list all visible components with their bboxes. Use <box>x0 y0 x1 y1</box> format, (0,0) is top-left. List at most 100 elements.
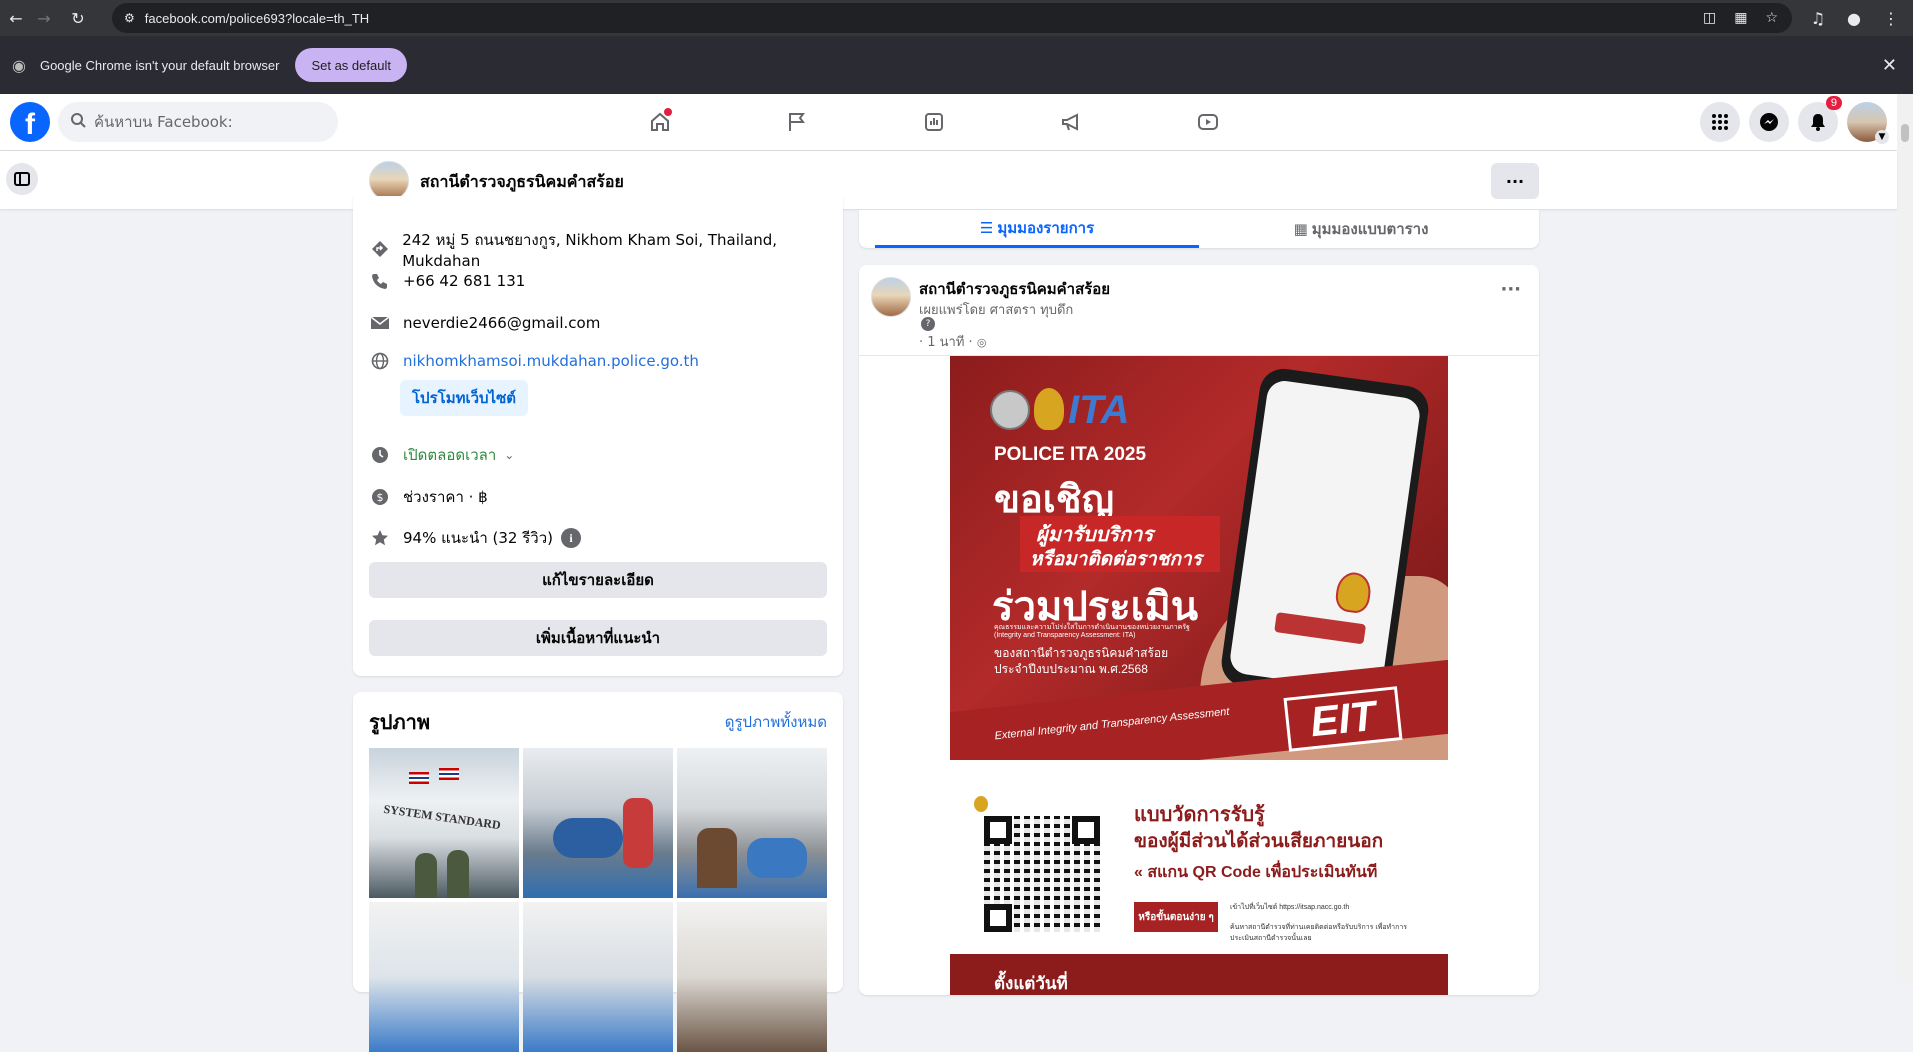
hours-text[interactable]: เปิดตลอดเวลา <box>403 443 496 467</box>
poster-title-en: POLICE ITA 2025 <box>994 444 1147 465</box>
video-icon[interactable] <box>1178 94 1238 150</box>
page-header-bar: สถานีตำรวจภูธรนิคมคำสร้อย ··· <box>0 151 1897 209</box>
poster-step1: เข้าไปที่เว็บไซต์ https://itsap.nacc.go.… <box>1230 904 1350 911</box>
chevron-down-icon: ▼ <box>1875 130 1889 144</box>
new-activity-dot <box>664 108 672 116</box>
chrome-menu-icon[interactable]: ⋮ <box>1883 9 1899 28</box>
photo-thumbnail[interactable] <box>523 748 673 898</box>
qr-corner <box>984 904 1012 932</box>
globe-icon: ◎ <box>976 336 987 349</box>
infobar-message: Google Chrome isn't your default browser <box>39 57 280 73</box>
post-author-avatar[interactable] <box>871 277 911 317</box>
promote-website-button[interactable]: โปรโมทเว็บไซต์ <box>400 380 529 416</box>
globe-icon <box>369 350 391 372</box>
phone-text: +66 42 681 131 <box>403 272 526 290</box>
poster-survey2: ของผู้มีส่วนได้ส่วนเสียภายนอก <box>1134 831 1384 852</box>
photo-sign-text: SYSTEM STANDARD <box>382 801 502 833</box>
profile-icon[interactable]: ● <box>1847 9 1861 28</box>
install-app-icon[interactable]: ◫ <box>1703 10 1716 26</box>
post-time-text[interactable]: · 1 นาที · <box>919 335 973 350</box>
post-more-options-icon[interactable]: ··· <box>1500 279 1521 300</box>
phone-row: +66 42 681 131 <box>369 270 525 292</box>
clock-icon <box>369 444 391 466</box>
ita-logo-text: ITA <box>1068 388 1130 432</box>
account-avatar[interactable]: ▼ <box>1847 102 1889 144</box>
chevron-down-icon[interactable]: ⌄ <box>504 448 514 462</box>
back-icon[interactable]: ← <box>2 4 30 32</box>
reload-icon[interactable]: ↻ <box>64 4 92 32</box>
facebook-logo-icon[interactable]: f <box>10 102 50 142</box>
poster-sub2: (Integrity and Transparency Assessment: … <box>994 632 1136 639</box>
post-timestamp[interactable]: · 1 นาที · ◎ <box>919 331 986 352</box>
double-chevron-icon: « <box>1134 864 1148 881</box>
hours-row[interactable]: เปิดตลอดเวลา ⌄ <box>369 443 514 467</box>
info-icon[interactable]: i <box>561 528 581 548</box>
about-card: 242 หมู่ 5 ถนนชยางกูร, Nikhom Kham Soi, … <box>353 196 843 676</box>
tab-list-view[interactable]: ☰ มุมมองรายการ <box>875 210 1199 248</box>
close-icon[interactable]: ✕ <box>1882 55 1897 76</box>
megaphone-icon[interactable] <box>1041 94 1101 150</box>
notifications-bell-icon[interactable]: 9 <box>1798 96 1842 142</box>
star-icon <box>369 527 391 549</box>
flag-image <box>409 772 429 784</box>
notification-badge: 9 <box>1825 96 1842 110</box>
poster-scan: « สแกน QR Code เพื่อประเมินทันที <box>1134 860 1377 885</box>
qr-corner <box>1072 816 1100 844</box>
scrollbar-thumb[interactable] <box>1901 124 1909 142</box>
url-text[interactable]: facebook.com/police693?locale=th_TH <box>145 11 369 26</box>
photo-thumbnail[interactable] <box>523 902 673 1052</box>
page-avatar[interactable] <box>369 161 409 201</box>
photo-thumbnail[interactable] <box>369 902 519 1052</box>
browser-actions: ♫ ● ⋮ <box>1811 0 1899 36</box>
see-all-photos-link[interactable]: ดูรูปภาพทั้งหมด <box>725 710 827 734</box>
site-info-icon[interactable]: ⚙ <box>124 11 135 25</box>
edit-details-button[interactable]: แก้ไขรายละเอียด <box>369 562 827 598</box>
poster-year: ประจำปีงบประมาณ พ.ศ.2568 <box>994 662 1148 676</box>
post-image[interactable]: ITA POLICE ITA 2025 ขอเชิญ ผู้มารับบริกา… <box>950 356 1448 995</box>
address-bar[interactable]: ⚙ facebook.com/police693?locale=th_TH ◫ … <box>112 3 1792 33</box>
dashboard-icon[interactable] <box>904 94 964 150</box>
more-options-button[interactable]: ··· <box>1491 163 1539 199</box>
sidebar-toggle-icon[interactable] <box>6 163 38 195</box>
photo-thumbnail[interactable] <box>677 902 827 1052</box>
post-shared-by[interactable]: เผยแพร่โดย ศาสตรา ทุบดึก <box>919 299 1073 320</box>
person-figure <box>623 798 653 868</box>
set-default-button[interactable]: Set as default <box>295 48 407 82</box>
email-icon <box>369 312 391 334</box>
address-row: 242 หมู่ 5 ถนนชยางกูร, Nikhom Kham Soi, … <box>369 228 843 270</box>
omnibox-actions: ◫ ▦ ☆ <box>1703 3 1778 33</box>
home-icon[interactable] <box>630 94 690 150</box>
police-crest-icon <box>974 796 988 812</box>
tab-list-view-label: มุมมองรายการ <box>997 218 1095 237</box>
rating-text: 94% แนะนำ (32 รีวิว) <box>403 529 553 547</box>
directions-icon <box>369 238 390 260</box>
messenger-icon[interactable] <box>1749 102 1789 142</box>
page-scrollbar[interactable] <box>1897 94 1913 984</box>
photos-card: รูปภาพ ดูรูปภาพทั้งหมด SYSTEM STANDARD <box>353 692 843 1052</box>
menu-grid-icon[interactable] <box>1700 102 1740 142</box>
media-icon[interactable]: ♫ <box>1811 9 1825 28</box>
poster-steps-box: หรือขั้นตอนง่าย ๆ <box>1134 902 1218 932</box>
bookmark-star-icon[interactable]: ☆ <box>1765 10 1778 26</box>
photo-thumbnail[interactable]: SYSTEM STANDARD <box>369 748 519 898</box>
grid-icon: ▦ <box>1293 220 1308 238</box>
post-author[interactable]: สถานีตำรวจภูธรนิคมคำสร้อย <box>919 277 1110 301</box>
tab-grid-view[interactable]: ▦ มุมมองแบบตาราง <box>1199 210 1523 248</box>
default-browser-infobar: ◉ Google Chrome isn't your default brows… <box>0 36 1913 94</box>
photo-thumbnail[interactable] <box>677 748 827 898</box>
help-icon[interactable]: ? <box>921 317 935 331</box>
address-text: 242 หมู่ 5 ถนนชยางกูร, Nikhom Kham Soi, … <box>402 231 778 270</box>
email-row: neverdie2466@gmail.com <box>369 312 600 334</box>
page-title[interactable]: สถานีตำรวจภูธรนิคมคำสร้อย <box>420 170 624 195</box>
website-link[interactable]: nikhomkhamsoi.mukdahan.police.go.th <box>403 352 699 370</box>
translate-icon[interactable]: ▦ <box>1734 10 1747 26</box>
phone-screen <box>1228 378 1422 694</box>
search-input[interactable]: ค้นหาบน Facebook: <box>58 102 338 142</box>
forward-icon[interactable]: → <box>30 4 58 32</box>
add-featured-button[interactable]: เพิ่มเนื้อหาที่แนะนำ <box>369 620 827 656</box>
flag-icon[interactable] <box>767 94 827 150</box>
person-figure <box>415 853 437 898</box>
facebook-header: f ค้นหาบน Facebook: 9 ▼ <box>0 94 1897 150</box>
header-actions: 9 ▼ <box>1700 96 1889 144</box>
list-icon: ☰ <box>979 218 994 237</box>
